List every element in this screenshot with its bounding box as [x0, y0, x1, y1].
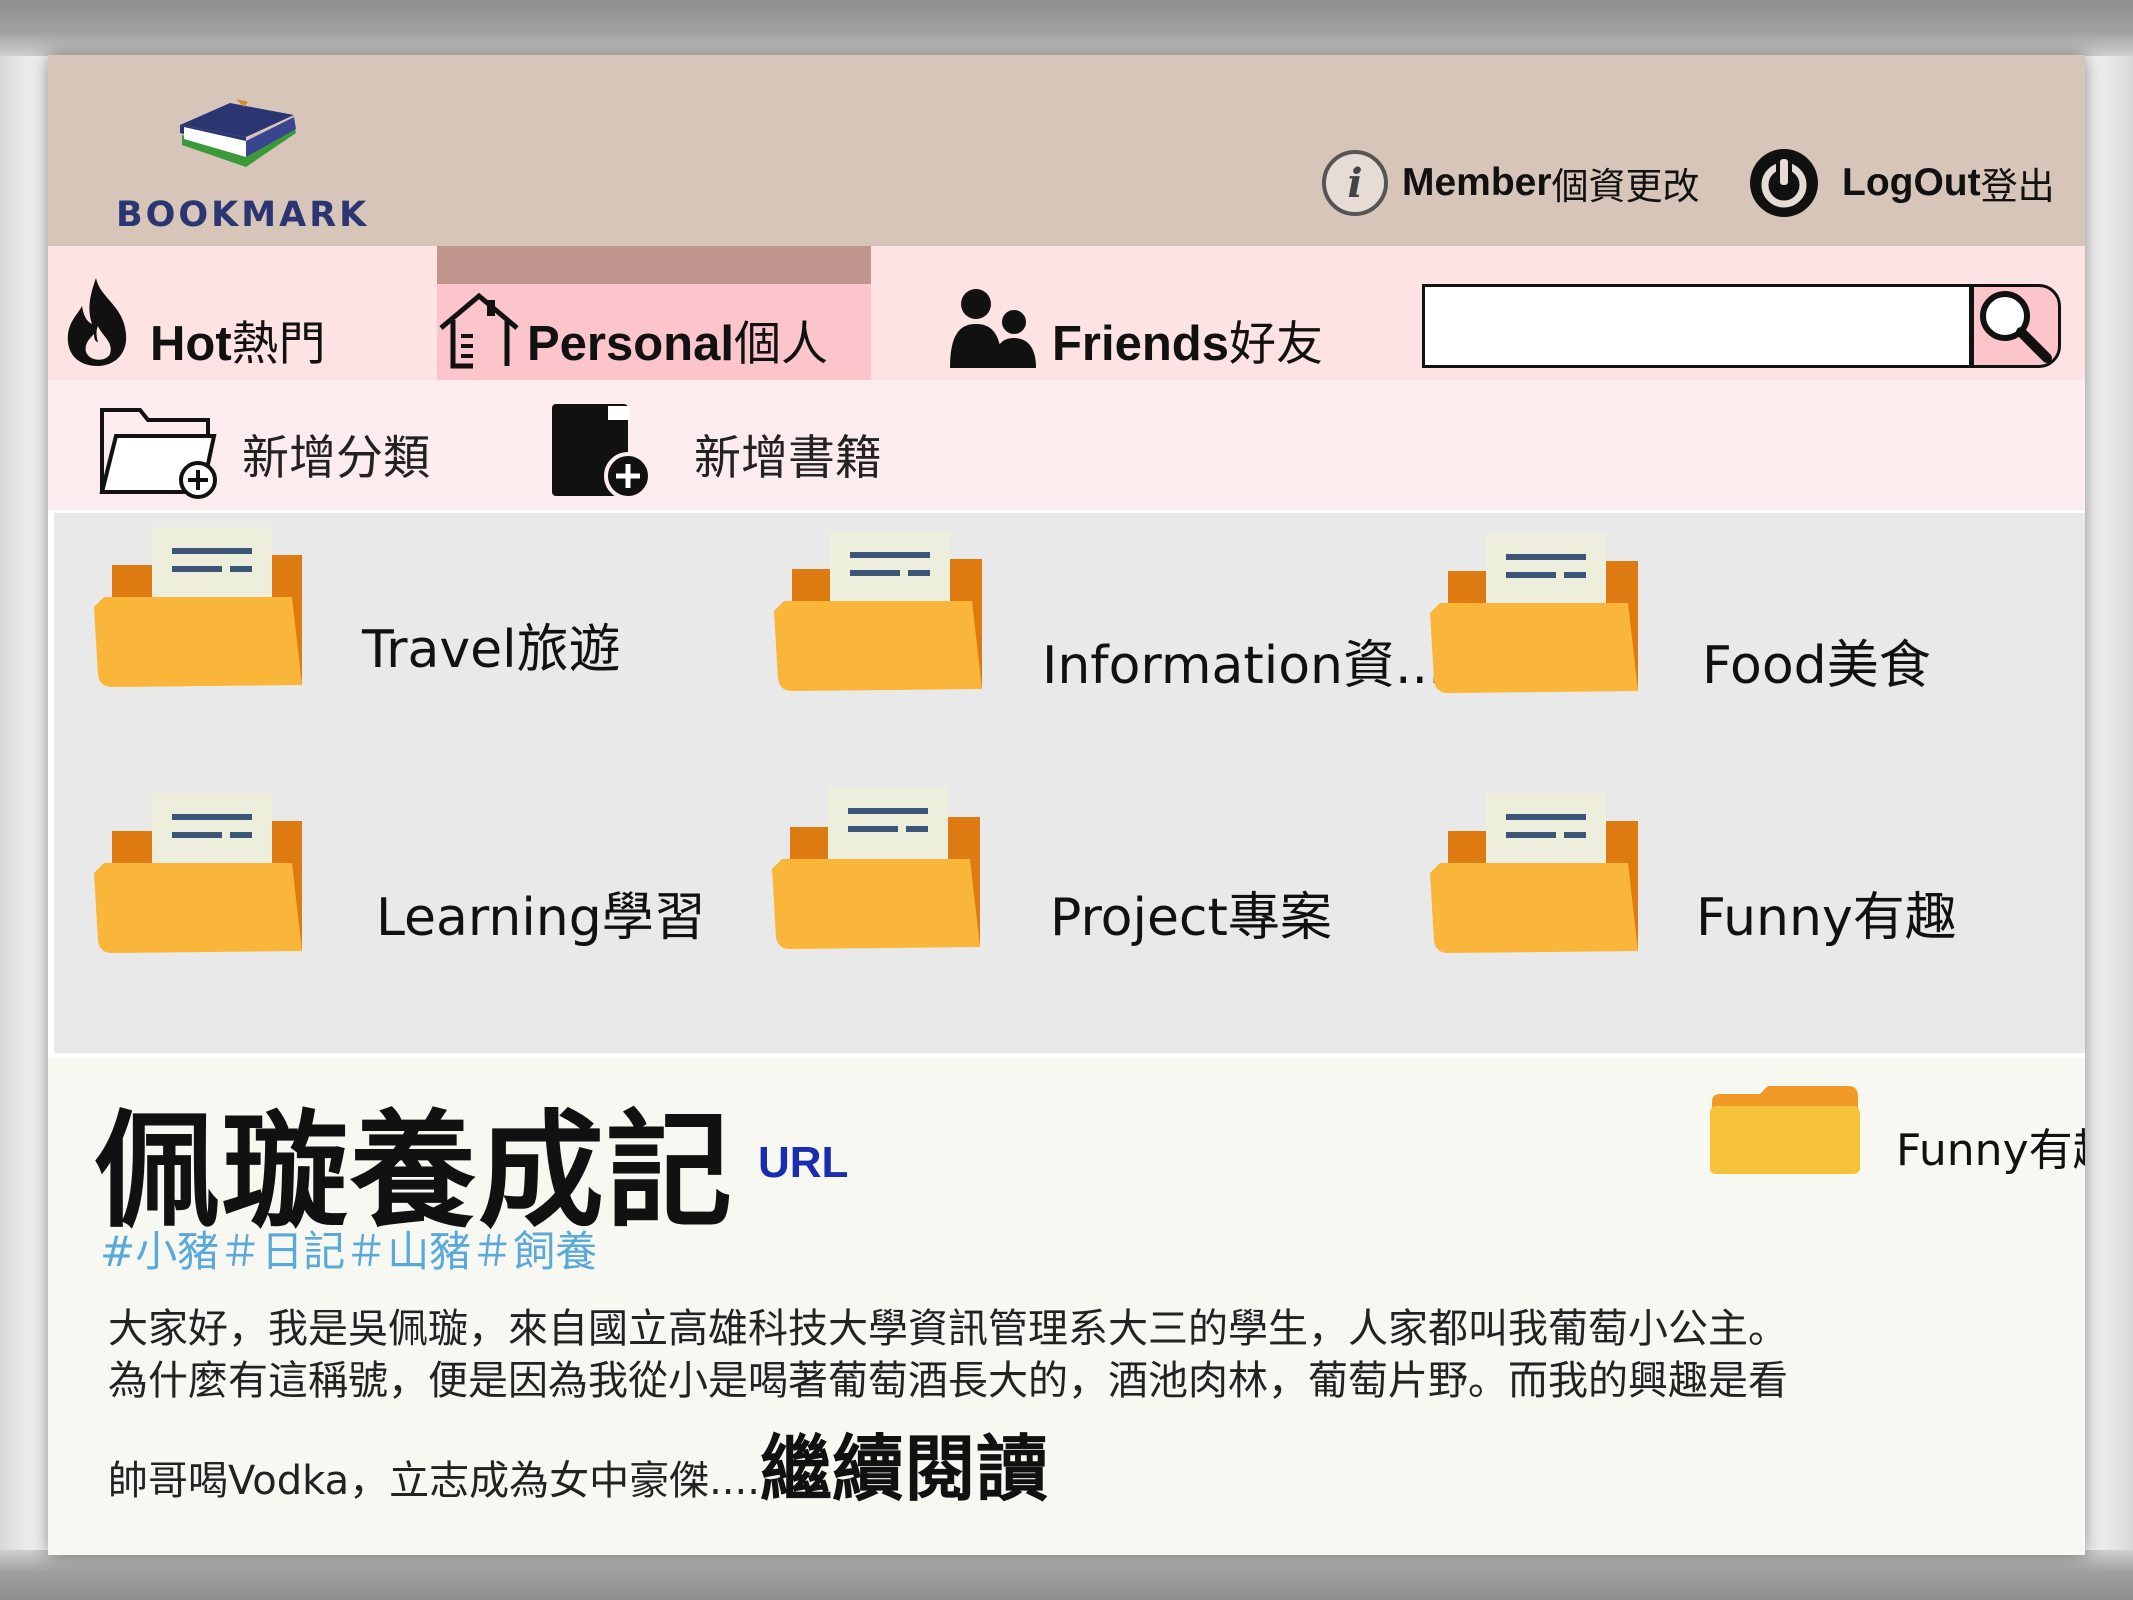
tab-friends-bold: Friends [1052, 317, 1229, 371]
tab-personal-bold: Personal [527, 317, 734, 371]
power-icon [1750, 149, 1818, 217]
folder-name: Food美食 [1702, 636, 1931, 696]
category-grid: Travel旅遊 Information資... Food美食 Learning… [54, 513, 2085, 1053]
folder-learning[interactable]: Learning學習 [92, 791, 732, 971]
tab-hot-cjk: 熱門 [231, 317, 326, 372]
folder-name: Information資... [1042, 636, 1445, 696]
action-bar: 新增分類 新增書籍 [48, 380, 2085, 510]
add-book-button[interactable]: 新增書籍 [548, 390, 882, 500]
logout-cjk-label: 登出 [1980, 165, 2055, 208]
folder-name: Project專案 [1050, 888, 1332, 948]
folder-icon [774, 531, 982, 691]
app-window: BOOKMARK i Member 個資更改 LogOut 登出 Hot熱門 P… [48, 55, 2085, 1555]
logo-text: BOOKMARK [116, 195, 370, 235]
add-category-label: 新增分類 [242, 431, 430, 486]
people-icon [950, 289, 1036, 368]
magnifier-icon [1980, 291, 2052, 363]
folder-project[interactable]: Project專案 [770, 783, 1410, 963]
active-tab-indicator [437, 246, 871, 284]
article-body-line-2: 為什麼有這稱號，便是因為我從小是喝著葡萄酒長大的，酒池肉林，葡萄片野。而我的興趣… [108, 1358, 1788, 1404]
info-icon: i [1322, 150, 1388, 216]
add-category-button[interactable]: 新增分類 [98, 390, 430, 500]
article-body-line-1: 大家好，我是吳佩璇，來自國立高雄科技大學資訊管理系大三的學生，人家都叫我葡萄小公… [108, 1306, 1788, 1352]
folder-name: Travel旅遊 [362, 620, 621, 680]
tab-personal-cjk: 個人 [733, 317, 828, 372]
member-edit-link[interactable]: i Member 個資更改 [1322, 147, 1700, 219]
folder-food[interactable]: Food美食 [1428, 527, 2068, 707]
tab-personal-label: Personal個人 [527, 305, 828, 374]
article-category-folder[interactable]: Funny有趣 [1708, 1082, 2085, 1182]
logout-label: LogOut [1842, 161, 1981, 204]
article-category-label: Funny有趣 [1896, 1125, 2085, 1176]
folder-icon [1430, 533, 1638, 693]
folder-name: Learning學習 [376, 888, 706, 948]
tab-hot[interactable]: Hot熱門 [60, 246, 390, 380]
article-body-line-3-text: 帥哥喝Vodka，立志成為女中豪傑.... [108, 1458, 760, 1504]
member-label: Member [1402, 161, 1552, 204]
folder-information[interactable]: Information資... [772, 525, 1445, 705]
flame-icon [67, 278, 127, 366]
bottom-shadow [0, 1550, 2133, 1600]
folder-icon [94, 793, 302, 953]
member-cjk-label: 個資更改 [1551, 165, 1700, 208]
folder-icon [94, 527, 302, 687]
article-card: 佩璇養成記 URL #小豬＃日記＃山豬＃飼養 Funny有趣 大家好，我是吳佩璇… [48, 1058, 2085, 1555]
book-add-icon [552, 404, 652, 500]
article-tags[interactable]: #小豬＃日記＃山豬＃飼養 [100, 1218, 597, 1279]
tab-friends-label: Friends好友 [1052, 305, 1323, 374]
folder-icon [1430, 793, 1638, 953]
tab-hot-bold: Hot [150, 317, 232, 371]
tab-hot-label: Hot熱門 [150, 305, 326, 374]
article-url-link[interactable]: URL [758, 1138, 848, 1188]
folder-icon [1710, 1086, 1860, 1174]
read-more-link[interactable]: 繼續閱讀 [760, 1427, 1048, 1511]
tab-personal[interactable]: Personal個人 [437, 246, 871, 380]
add-book-label: 新增書籍 [694, 431, 882, 486]
folder-add-icon [99, 408, 217, 499]
tab-friends-cjk: 好友 [1228, 317, 1323, 372]
house-icon [439, 292, 519, 369]
top-shadow [0, 0, 2133, 56]
folder-name: Funny有趣 [1696, 888, 1957, 948]
tab-friends[interactable]: Friends好友 [948, 246, 1408, 380]
folder-icon [772, 787, 980, 949]
search-button[interactable] [1971, 284, 2061, 368]
folder-travel[interactable]: Travel旅遊 [92, 525, 732, 705]
logout-link[interactable]: LogOut 登出 [1748, 147, 2055, 219]
header-bar: BOOKMARK i Member 個資更改 LogOut 登出 [48, 55, 2085, 246]
search-input[interactable] [1422, 284, 1972, 368]
article-body-line-3: 帥哥喝Vodka，立志成為女中豪傑....繼續閱讀 [108, 1410, 2028, 1515]
folder-funny[interactable]: Funny有趣 [1428, 791, 2068, 971]
